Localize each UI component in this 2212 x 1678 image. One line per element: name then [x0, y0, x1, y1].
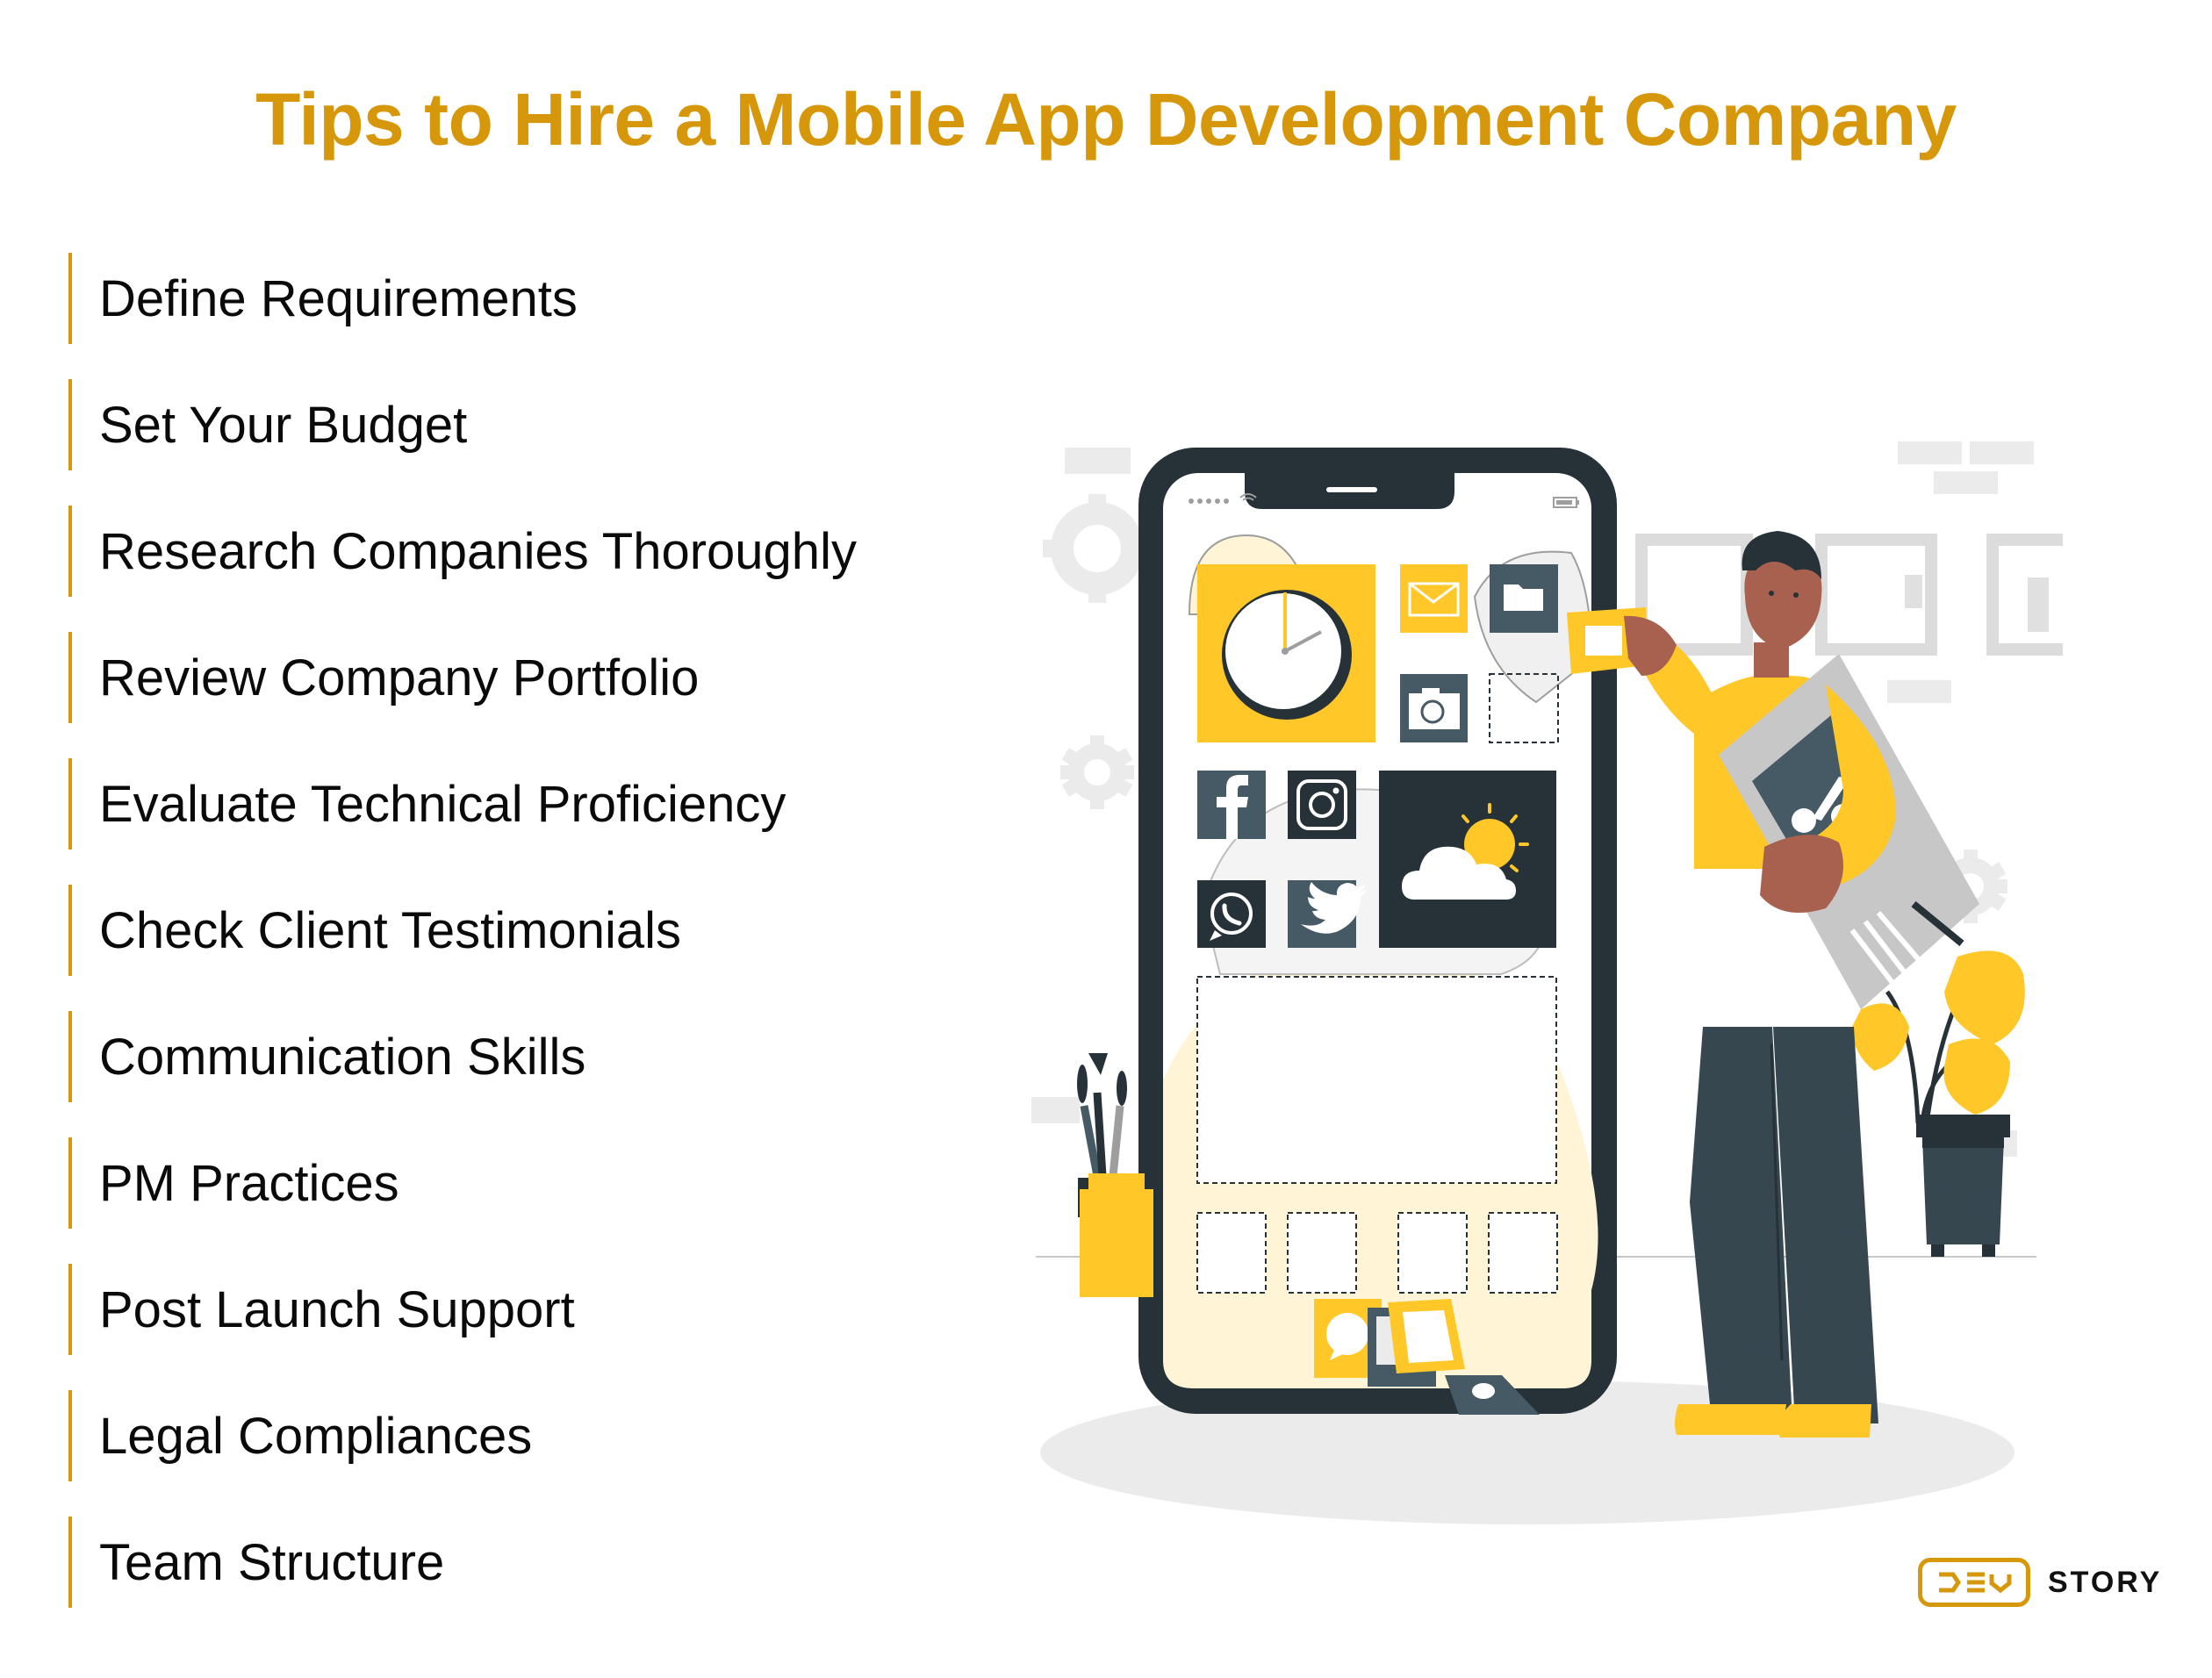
accent-bar [68, 1011, 72, 1102]
logo-wordmark: STORY [2048, 1565, 2163, 1599]
accent-bar [68, 1517, 72, 1608]
brand-logo: STORY [1918, 1556, 2162, 1609]
tip-label: PM Practices [99, 1154, 399, 1212]
logo-mark [1918, 1558, 2030, 1607]
accent-bar [68, 1137, 72, 1229]
tip-item: Research Companies Thoroughly [68, 506, 857, 597]
tip-item: Post Launch Support [68, 1264, 857, 1355]
accent-bar [68, 379, 72, 470]
tip-label: Define Requirements [99, 269, 578, 327]
mobile-app-illustration [1031, 441, 2063, 1524]
whatsapp-app-tile[interactable] [1197, 880, 1266, 948]
gear-icon [1043, 494, 1152, 603]
dev-logo-icon [1939, 1572, 2012, 1594]
tip-item: Team Structure [68, 1517, 857, 1608]
gear-icon [1060, 735, 1134, 809]
tip-label: Team Structure [99, 1533, 445, 1591]
tip-label: Legal Compliances [99, 1407, 533, 1465]
tip-item: Legal Compliances [68, 1390, 857, 1481]
clock-icon [1222, 590, 1352, 720]
accent-bar [68, 506, 72, 597]
tip-label: Check Client Testimonials [99, 901, 681, 959]
tip-label: Communication Skills [99, 1028, 586, 1086]
tip-label: Post Launch Support [99, 1280, 575, 1338]
dock-slot[interactable] [1196, 1212, 1267, 1294]
accent-bar [68, 885, 72, 976]
tip-item: Define Requirements [68, 253, 857, 344]
accent-bar [68, 253, 72, 344]
tips-list: Define Requirements Set Your Budget Rese… [68, 253, 857, 1643]
page-title: Tips to Hire a Mobile App Development Co… [255, 78, 1957, 161]
wall-frames [1635, 534, 2063, 656]
accent-bar [68, 758, 72, 850]
tip-item: Communication Skills [68, 1011, 857, 1102]
dock-slot[interactable] [1488, 1212, 1558, 1294]
tip-label: Review Company Portfolio [99, 649, 700, 706]
tip-item: Check Client Testimonials [68, 885, 857, 976]
person [1567, 531, 1979, 1438]
accent-bar [68, 1390, 72, 1481]
tip-item: Set Your Budget [68, 379, 857, 470]
dock-slot[interactable] [1287, 1212, 1357, 1294]
tip-label: Evaluate Technical Proficiency [99, 775, 786, 833]
dock-slot[interactable] [1397, 1212, 1468, 1294]
tip-label: Set Your Budget [99, 396, 468, 454]
tip-item: Evaluate Technical Proficiency [68, 758, 857, 850]
speaker [1326, 487, 1377, 492]
widget-placeholder[interactable] [1196, 976, 1557, 1184]
tip-label: Research Companies Thoroughly [99, 522, 857, 580]
camera-icon [1409, 688, 1460, 729]
accent-bar [68, 1264, 72, 1355]
plant [1852, 950, 2025, 1257]
tip-item: Review Company Portfolio [68, 632, 857, 723]
accent-bar [68, 632, 72, 723]
tip-item: PM Practices [68, 1137, 857, 1229]
